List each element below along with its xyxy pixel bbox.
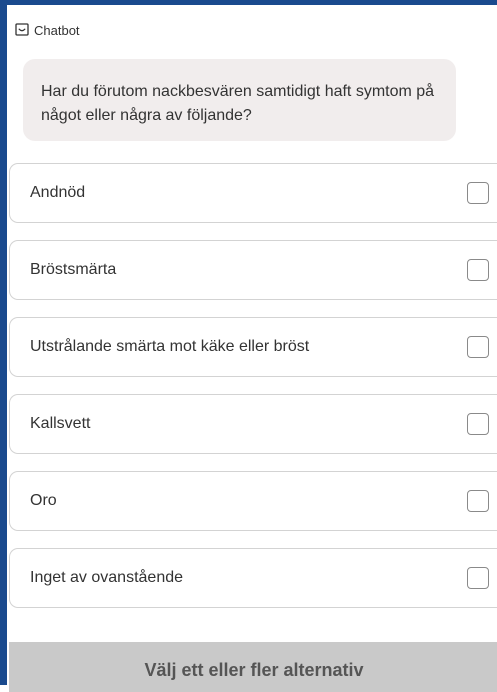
option-checkbox[interactable] xyxy=(467,259,489,281)
option-oro[interactable]: Oro xyxy=(9,471,497,531)
chatbot-header: Chatbot xyxy=(15,20,80,40)
option-checkbox[interactable] xyxy=(467,182,489,204)
option-utstralande-smarta[interactable]: Utstrålande smärta mot käke eller bröst xyxy=(9,317,497,377)
header-title: Chatbot xyxy=(34,22,80,38)
option-andnod[interactable]: Andnöd xyxy=(9,163,497,223)
bot-message-bubble: Har du förutom nackbesvären samtidigt ha… xyxy=(23,59,456,141)
option-label: Kallsvett xyxy=(30,415,91,432)
option-checkbox[interactable] xyxy=(467,567,489,589)
option-label: Utstrålande smärta mot käke eller bröst xyxy=(30,338,310,355)
option-brostsmarta[interactable]: Bröstsmärta xyxy=(9,240,497,300)
submit-button-label: Välj ett eller fler alternativ xyxy=(144,660,364,680)
option-checkbox[interactable] xyxy=(467,490,489,512)
option-label: Inget av ovanstående xyxy=(30,569,184,586)
option-label: Bröstsmärta xyxy=(30,261,117,278)
option-label: Oro xyxy=(30,492,57,509)
option-inget-av-ovanstaende[interactable]: Inget av ovanstående xyxy=(9,548,497,608)
chat-icon xyxy=(15,23,29,37)
bot-message-text: Har du förutom nackbesvären samtidigt ha… xyxy=(41,83,435,124)
option-kallsvett[interactable]: Kallsvett xyxy=(9,394,497,454)
option-label: Andnöd xyxy=(30,184,86,201)
option-checkbox[interactable] xyxy=(467,413,489,435)
option-checkbox[interactable] xyxy=(467,336,489,358)
